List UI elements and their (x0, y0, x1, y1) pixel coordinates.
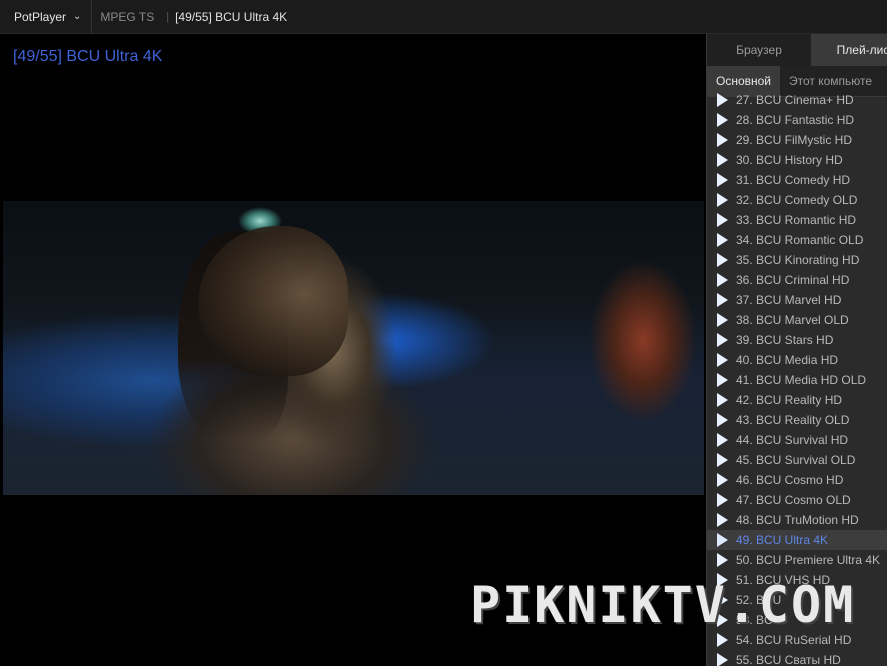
play-icon (717, 173, 728, 187)
window-title: [49/55] BCU Ultra 4K (175, 9, 288, 24)
video-frame (3, 201, 704, 495)
playlist-item[interactable]: 36. BCU Criminal HD (707, 270, 887, 290)
play-icon (717, 133, 728, 147)
play-icon (717, 393, 728, 407)
tab-playlist[interactable]: Плей-лис (811, 34, 887, 66)
playlist-item-label: 39. BCU Stars HD (736, 333, 834, 347)
playlist-item-label: 29. BCU FilMystic HD (736, 133, 853, 147)
playlist-item-label: 33. BCU Romantic HD (736, 213, 857, 227)
title-bar: PotPlayer ⌄ MPEG TS | [49/55] BCU Ultra … (0, 0, 887, 34)
play-icon (717, 193, 728, 207)
playlist-item-label: 43. BCU Reality OLD (736, 413, 850, 427)
playlist-item[interactable]: 33. BCU Romantic HD (707, 210, 887, 230)
watermark-logo: PIKNIKTV.COM (470, 576, 856, 634)
play-icon (717, 113, 728, 127)
play-icon (717, 293, 728, 307)
playlist-item[interactable]: 32. BCU Comedy OLD (707, 190, 887, 210)
video-area[interactable]: [49/55] BCU Ultra 4K (0, 34, 706, 666)
playlist-item[interactable]: 37. BCU Marvel HD (707, 290, 887, 310)
playlist-item[interactable]: 49. BCU Ultra 4K (707, 530, 887, 550)
playlist-item[interactable]: 55. BCU Сваты HD (707, 650, 887, 666)
playlist-item[interactable]: 28. BCU Fantastic HD (707, 110, 887, 130)
playlist-item-label: 46. BCU Cosmo HD (736, 473, 844, 487)
play-icon (717, 533, 728, 547)
playlist-item-label: 55. BCU Сваты HD (736, 653, 841, 666)
playlist-item-label: 34. BCU Romantic OLD (736, 233, 864, 247)
play-icon (717, 433, 728, 447)
playlist-item[interactable]: 30. BCU History HD (707, 150, 887, 170)
playlist-item[interactable]: 38. BCU Marvel OLD (707, 310, 887, 330)
play-icon (717, 413, 728, 427)
playlist-item-label: 38. BCU Marvel OLD (736, 313, 849, 327)
video-frame-face (198, 226, 348, 376)
app-menu-button[interactable]: PotPlayer ⌄ (0, 0, 93, 33)
media-format: MPEG TS (100, 9, 155, 24)
chevron-down-icon: ⌄ (73, 11, 82, 22)
play-icon (717, 473, 728, 487)
playlist-item[interactable]: 34. BCU Romantic OLD (707, 230, 887, 250)
playlist-item-label: 41. BCU Media HD OLD (736, 373, 867, 387)
playlist-item-label: 48. BCU TruMotion HD (736, 513, 859, 527)
playlist-item-label: 30. BCU History HD (736, 153, 843, 167)
playlist-item-label: 40. BCU Media HD (736, 353, 839, 367)
playlist-item[interactable]: 29. BCU FilMystic HD (707, 130, 887, 150)
playlist-item-label: 36. BCU Criminal HD (736, 273, 850, 287)
panel-tabs: Браузер Плей-лис (707, 34, 887, 66)
playlist-panel: Браузер Плей-лис Основной Этот компьюте … (706, 34, 887, 666)
play-icon (717, 153, 728, 167)
playlist-item-label: 37. BCU Marvel HD (736, 293, 842, 307)
playlist-item-label: 42. BCU Reality HD (736, 393, 843, 407)
playlist-item[interactable]: 27. BCU Cinema+ HD (707, 90, 887, 110)
playlist-item[interactable]: 46. BCU Cosmo HD (707, 470, 887, 490)
playlist-item[interactable]: 44. BCU Survival HD (707, 430, 887, 450)
playlist-item[interactable]: 42. BCU Reality HD (707, 390, 887, 410)
playlist-item-label: 44. BCU Survival HD (736, 433, 849, 447)
playlist-item-label: 27. BCU Cinema+ HD (736, 93, 854, 107)
playlist-item[interactable]: 35. BCU Kinorating HD (707, 250, 887, 270)
playlist-item-label: 49. BCU Ultra 4K (736, 533, 829, 547)
play-icon (717, 493, 728, 507)
playlist-item-label: 47. BCU Cosmo OLD (736, 493, 851, 507)
play-icon (717, 93, 728, 107)
playlist-item[interactable]: 48. BCU TruMotion HD (707, 510, 887, 530)
playlist-item-label: 50. BCU Premiere Ultra 4K (736, 553, 881, 567)
potplayer-window: PotPlayer ⌄ MPEG TS | [49/55] BCU Ultra … (0, 0, 887, 666)
play-icon (717, 453, 728, 467)
playlist-item[interactable]: 45. BCU Survival OLD (707, 450, 887, 470)
play-icon (717, 353, 728, 367)
tab-browser[interactable]: Браузер (707, 34, 811, 66)
playlist-item[interactable]: 50. BCU Premiere Ultra 4K (707, 550, 887, 570)
playlist-item[interactable]: 41. BCU Media HD OLD (707, 370, 887, 390)
playlist-item-label: 31. BCU Comedy HD (736, 173, 851, 187)
play-icon (717, 253, 728, 267)
playlist-item[interactable]: 31. BCU Comedy HD (707, 170, 887, 190)
playlist-item-label: 45. BCU Survival OLD (736, 453, 856, 467)
play-icon (717, 373, 728, 387)
playlist-item[interactable]: 47. BCU Cosmo OLD (707, 490, 887, 510)
playlist-item-label: 28. BCU Fantastic HD (736, 113, 855, 127)
play-icon (717, 553, 728, 567)
playlist-item-label: 32. BCU Comedy OLD (736, 193, 858, 207)
play-icon (717, 313, 728, 327)
play-icon (717, 273, 728, 287)
playlist-item[interactable]: 39. BCU Stars HD (707, 330, 887, 350)
play-icon (717, 333, 728, 347)
playlist-item[interactable]: 43. BCU Reality OLD (707, 410, 887, 430)
playlist-item-label: 35. BCU Kinorating HD (736, 253, 860, 267)
playlist-item[interactable]: 40. BCU Media HD (707, 350, 887, 370)
play-icon (717, 633, 728, 647)
playlist-item-label: 54. BCU RuSerial HD (736, 633, 852, 647)
osd-title: [49/55] BCU Ultra 4K (13, 48, 163, 65)
play-icon (717, 653, 728, 666)
title-separator: | (166, 10, 170, 23)
app-name: PotPlayer (14, 9, 67, 24)
play-icon (717, 233, 728, 247)
play-icon (717, 513, 728, 527)
play-icon (717, 213, 728, 227)
